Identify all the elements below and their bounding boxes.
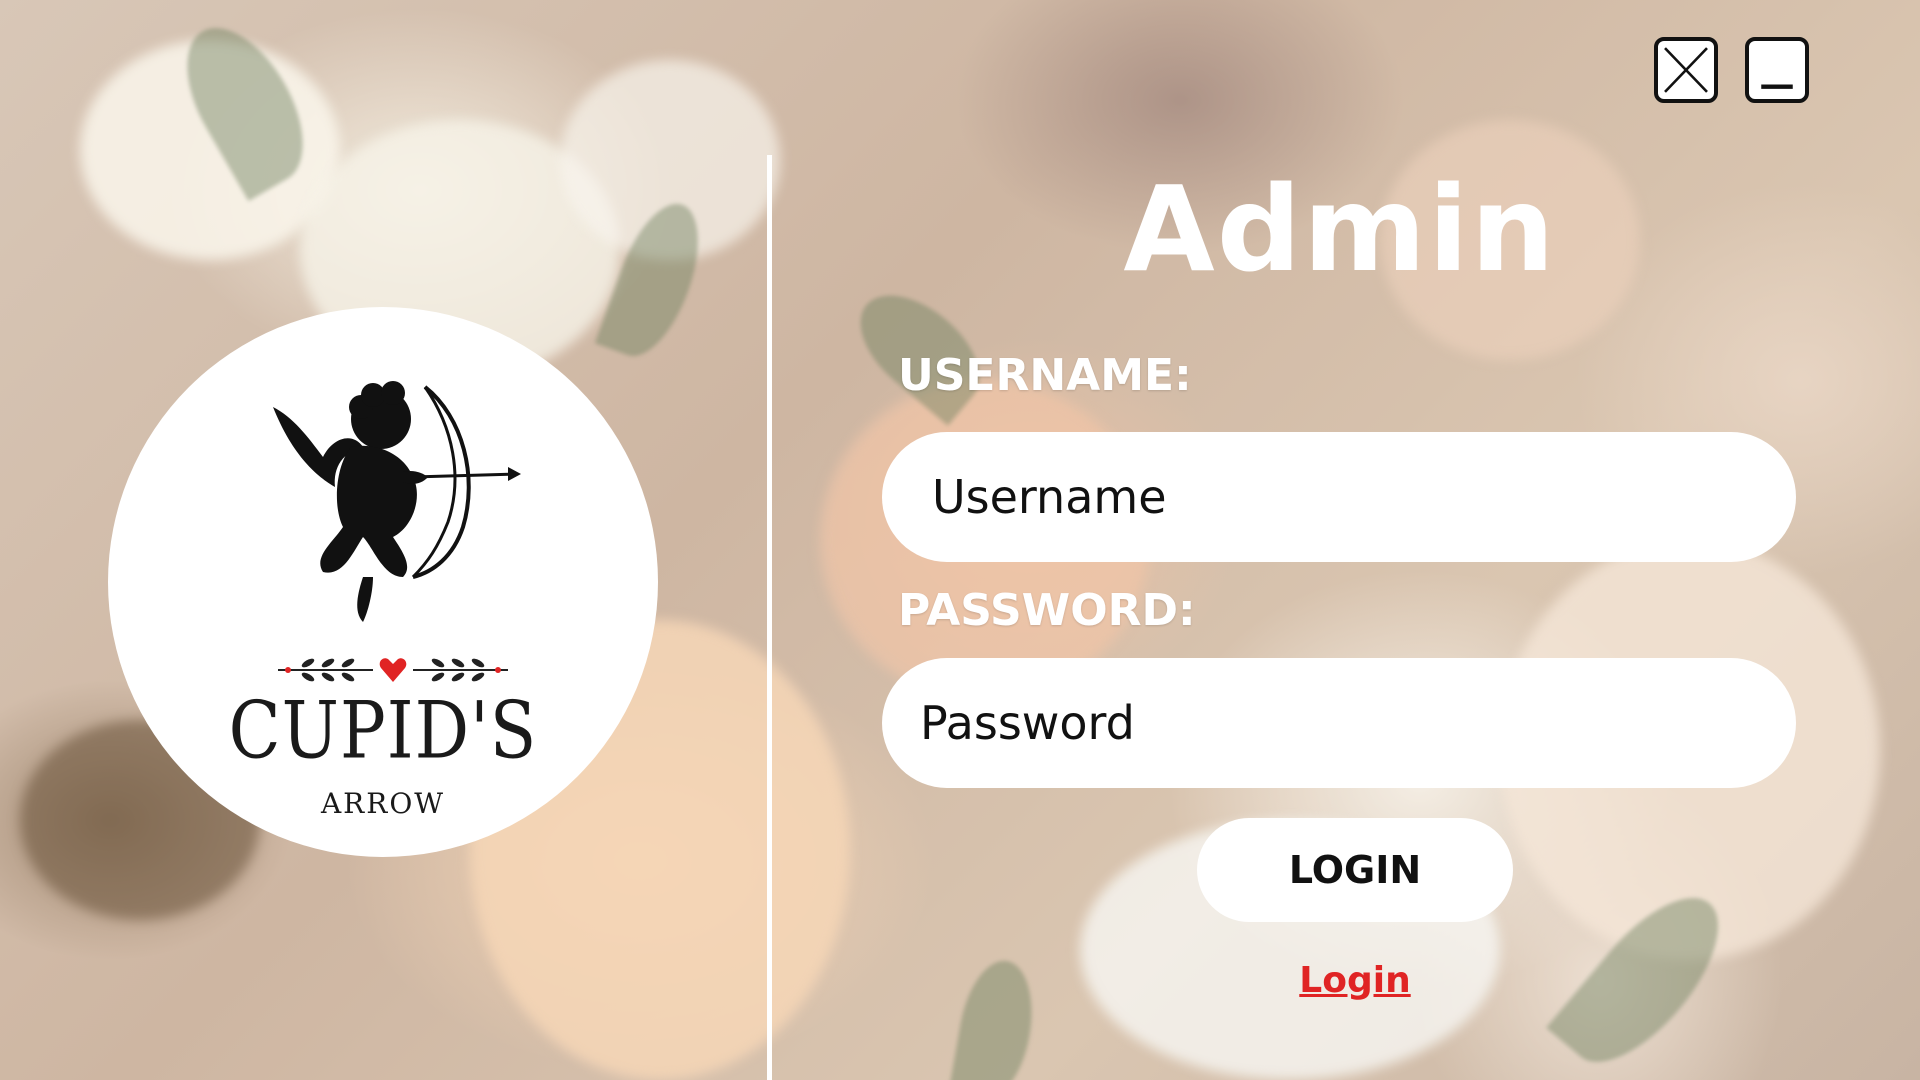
login-link[interactable]: Login — [1260, 960, 1450, 1001]
minimize-button[interactable] — [1745, 37, 1809, 103]
brand-subtitle: ARROW — [320, 787, 446, 820]
heart-laurel-ornament — [278, 658, 508, 682]
minimize-icon — [1761, 84, 1793, 89]
password-field[interactable] — [882, 658, 1796, 788]
cupid-archer-icon — [273, 381, 521, 622]
brand-name: CUPID'S — [228, 686, 538, 777]
password-label: PASSWORD: — [898, 585, 1196, 636]
close-x-icon — [1664, 47, 1708, 93]
page-title: Admin — [1123, 160, 1557, 298]
username-field[interactable] — [882, 432, 1796, 562]
login-button[interactable]: LOGIN — [1197, 818, 1513, 922]
close-button[interactable] — [1654, 37, 1718, 103]
vertical-divider — [767, 155, 772, 1080]
brand-logo: CUPID'S ARROW — [108, 307, 658, 857]
username-label: USERNAME: — [898, 350, 1192, 401]
